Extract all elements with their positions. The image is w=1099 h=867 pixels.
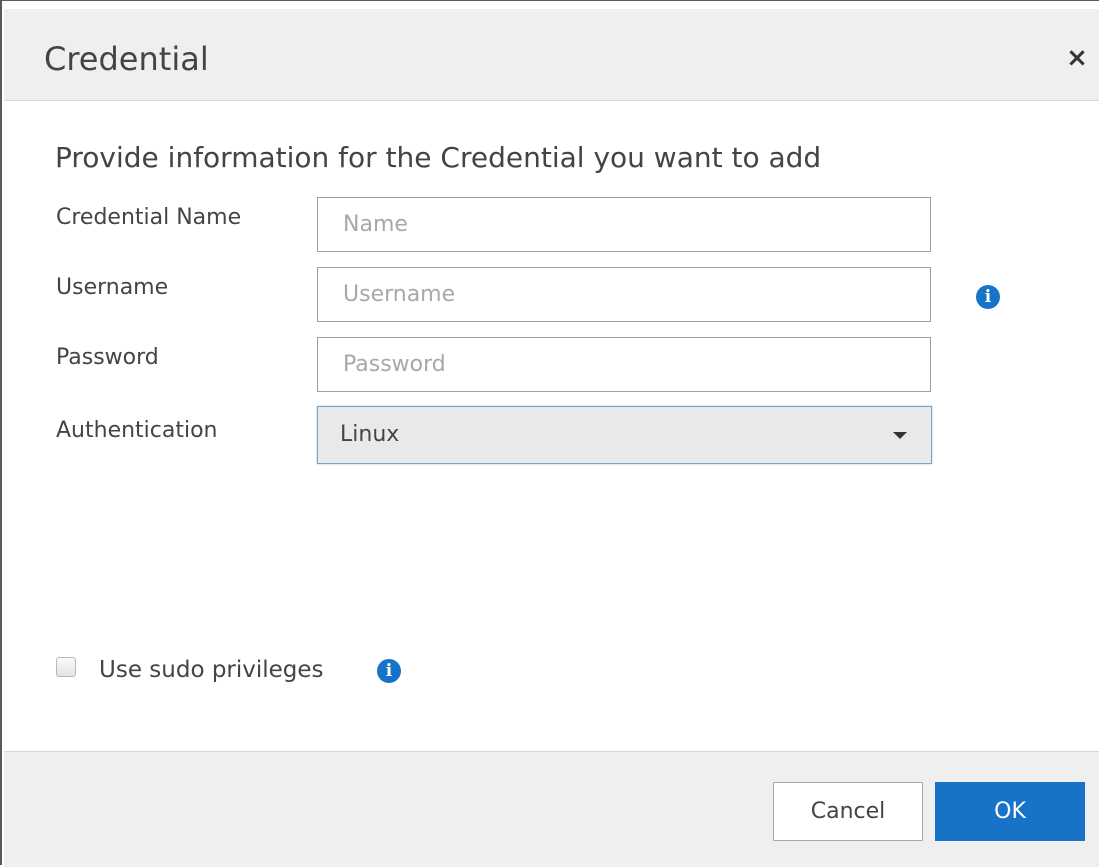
credential-dialog: Credential × Provide information for the…	[0, 0, 1099, 867]
credential-name-input[interactable]	[317, 197, 931, 252]
username-input[interactable]	[317, 267, 931, 322]
password-label: Password	[56, 345, 159, 370]
ok-button[interactable]: OK	[935, 782, 1085, 841]
username-label: Username	[56, 275, 169, 300]
close-icon[interactable]: ×	[1064, 45, 1090, 71]
authentication-select[interactable]: Linux	[317, 406, 932, 464]
authentication-label: Authentication	[56, 418, 218, 443]
cancel-button[interactable]: Cancel	[773, 782, 923, 841]
authentication-selected-value: Linux	[340, 422, 400, 447]
dialog-subtitle: Provide information for the Credential y…	[55, 141, 822, 174]
username-info-icon[interactable]: i	[976, 285, 1000, 309]
credential-name-label: Credential Name	[56, 205, 242, 230]
dialog-footer: Cancel OK	[4, 751, 1099, 867]
sudo-checkbox-label[interactable]: Use sudo privileges	[99, 657, 324, 683]
sudo-info-icon[interactable]: i	[377, 659, 401, 683]
dialog-title: Credential	[44, 40, 209, 78]
sudo-checkbox[interactable]	[56, 657, 76, 677]
password-input[interactable]	[317, 337, 931, 392]
dialog-header: Credential ×	[4, 9, 1099, 101]
chevron-down-icon	[893, 432, 907, 439]
